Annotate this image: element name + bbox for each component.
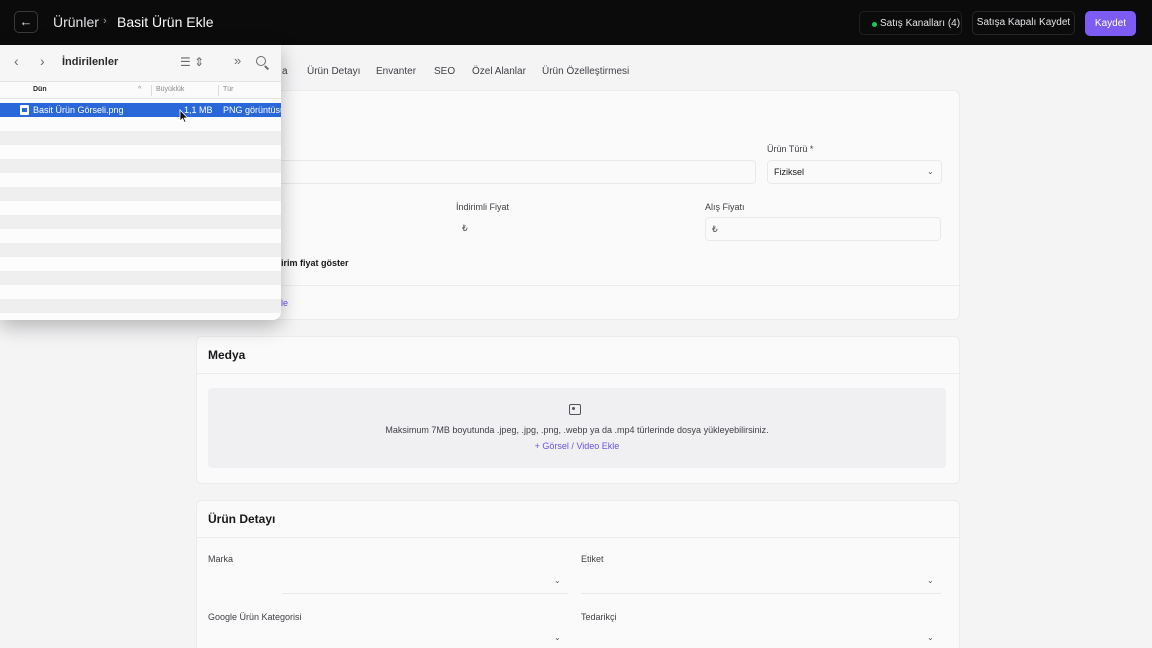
search-icon[interactable] [256, 56, 266, 66]
finder-title: İndirilenler [62, 56, 119, 68]
save-closed-to-sales-button[interactable]: Satışa Kapalı Kaydet [972, 11, 1075, 35]
chevron-left-icon[interactable]: ‹ [14, 53, 19, 69]
chevron-down-icon: ⌄ [927, 576, 934, 585]
list-row [0, 201, 281, 215]
chevron-right-icon: › [103, 15, 107, 27]
tab-inventory[interactable]: Envanter [376, 66, 416, 77]
list-row [0, 117, 281, 131]
list-row [0, 229, 281, 243]
back-button[interactable]: ← [14, 11, 38, 33]
chevron-down-icon: ⌄ [554, 576, 561, 585]
column-size[interactable]: Büyüklük [156, 86, 184, 93]
supplier-label: Tedarikçi [581, 612, 617, 622]
google-category-select[interactable] [282, 627, 568, 648]
list-row [0, 243, 281, 257]
list-row [0, 159, 281, 173]
file-kind: PNG görüntüsü [223, 105, 281, 115]
divider [197, 537, 959, 538]
add-media-button[interactable]: + Görsel / Video Ekle [208, 441, 946, 451]
google-category-label: Google Ürün Kategorisi [208, 612, 302, 622]
save-button[interactable]: Kaydet [1085, 11, 1136, 36]
purchase-price-input[interactable]: ₺ [705, 217, 941, 241]
finder-toolbar: ‹ › İndirilenler ☰ ⇕ » [0, 45, 281, 81]
breadcrumb-parent[interactable]: Ürünler [53, 14, 99, 30]
more-chevrons-icon[interactable]: » [234, 53, 241, 68]
column-separator [218, 85, 219, 96]
arrow-left-icon: ← [19, 14, 33, 29]
divider [197, 373, 959, 374]
product-type-label: Ürün Türü * [767, 144, 814, 154]
list-row [0, 285, 281, 299]
chevron-right-icon[interactable]: › [40, 53, 45, 69]
list-row [0, 187, 281, 201]
brand-select[interactable] [282, 570, 568, 594]
list-row [0, 271, 281, 285]
currency-symbol: ₺ [712, 224, 718, 234]
discounted-price-label: İndirimli Fiyat [456, 202, 510, 212]
show-discount-label[interactable]: irim fiyat göster [281, 258, 349, 268]
purchase-price-label: Alış Fiyatı [705, 202, 745, 212]
chevron-down-icon: ⌄ [927, 633, 934, 642]
mouse-cursor-icon [179, 109, 189, 123]
brand-label: Marka [208, 554, 234, 564]
media-help-text: Maksimum 7MB boyutunda .jpeg, .jpg, .png… [385, 425, 769, 435]
product-type-select[interactable]: Fiziksel [767, 160, 942, 184]
tag-label: Etiket [581, 554, 604, 564]
supplier-select[interactable] [581, 627, 941, 648]
chevron-down-icon: ⌄ [927, 167, 934, 176]
file-row-selected[interactable]: Basit Ürün Görseli.png 1,1 MB PNG görünt… [0, 103, 281, 117]
product-detail-title: Ürün Detayı [208, 512, 276, 526]
list-row [0, 257, 281, 271]
column-kind[interactable]: Tür [223, 86, 234, 93]
list-row [0, 131, 281, 145]
page-title: Basit Ürün Ekle [117, 14, 214, 30]
finder-window: ‹ › İndirilenler ☰ ⇕ » Dün ^ Büyüklük Tü… [0, 45, 281, 320]
product-type-value: Fiziksel [774, 167, 805, 177]
required-mark: * [809, 144, 814, 154]
finder-column-header: Dün ^ Büyüklük Tür [0, 81, 281, 99]
image-file-icon [20, 105, 29, 115]
top-bar: ← Ürünler › Basit Ürün Ekle Satış Kanall… [0, 0, 1152, 45]
currency-symbol: ₺ [462, 223, 468, 233]
list-row [0, 173, 281, 187]
tag-select[interactable] [581, 570, 941, 594]
list-row [0, 215, 281, 229]
tab-partial[interactable]: a [282, 66, 288, 77]
file-name: Basit Ürün Görseli.png [33, 105, 124, 115]
tab-product-detail[interactable]: Ürün Detayı [307, 66, 360, 77]
media-title: Medya [208, 348, 246, 362]
list-row [0, 299, 281, 313]
tab-seo[interactable]: SEO [434, 66, 455, 77]
tab-custom-fields[interactable]: Özel Alanlar [472, 66, 526, 77]
sales-channels-button[interactable]: Satış Kanalları (4) [859, 11, 962, 35]
divider [281, 285, 959, 286]
column-separator [151, 85, 152, 96]
tab-product-customization[interactable]: Ürün Özelleştirmesi [542, 66, 629, 77]
image-icon [569, 404, 581, 415]
discounted-price-input[interactable]: ₺ [456, 217, 696, 241]
add-link-partial[interactable]: le [281, 298, 288, 308]
list-view-icon[interactable]: ☰ ⇕ [180, 55, 204, 69]
chevron-down-icon: ⌄ [554, 633, 561, 642]
column-name[interactable]: Dün [33, 86, 47, 93]
list-row [0, 145, 281, 159]
sales-channels-label: Satış Kanalları (4) [880, 18, 961, 29]
status-dot-icon [872, 22, 877, 27]
sort-chevron-icon: ^ [138, 86, 142, 93]
